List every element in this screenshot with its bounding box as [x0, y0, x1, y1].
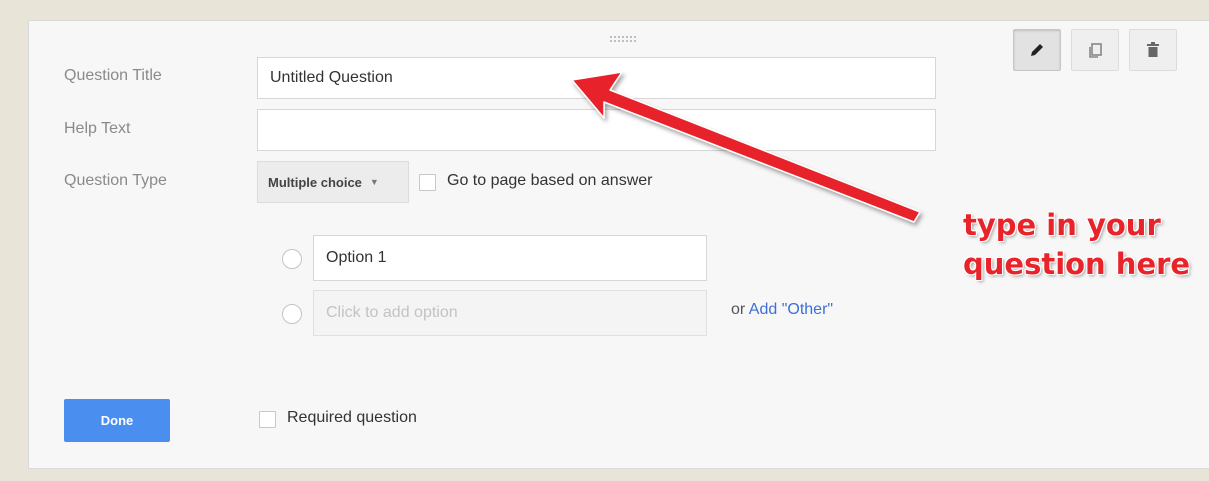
question-toolbar — [1013, 29, 1177, 71]
or-text: or — [731, 301, 746, 318]
annotation-callout: type in your question here — [963, 206, 1190, 284]
go-to-page-checkbox[interactable] — [419, 174, 436, 191]
question-title-label: Question Title — [64, 67, 162, 84]
edit-button[interactable] — [1013, 29, 1061, 71]
question-title-input[interactable]: Untitled Question — [257, 57, 936, 99]
copy-icon — [1089, 43, 1102, 58]
trash-icon — [1147, 42, 1159, 57]
add-option-radio — [282, 304, 302, 324]
required-checkbox[interactable] — [259, 411, 276, 428]
done-button[interactable]: Done — [64, 399, 170, 442]
chevron-down-icon: ▼ — [369, 177, 379, 187]
annotation-line-2: question here — [963, 247, 1191, 281]
help-text-input[interactable] — [257, 109, 936, 151]
add-other-row: or Add "Other" — [731, 301, 833, 319]
add-option-input[interactable]: Click to add option — [313, 290, 707, 336]
annotation-line-1: type in your — [963, 208, 1161, 242]
question-type-value: Multiple choice — [268, 174, 362, 190]
delete-button[interactable] — [1129, 29, 1177, 71]
pencil-icon — [1031, 44, 1043, 56]
question-type-label: Question Type — [64, 172, 167, 189]
drag-handle[interactable] — [609, 35, 637, 43]
add-other-link[interactable]: Add "Other" — [749, 301, 833, 318]
duplicate-button[interactable] — [1071, 29, 1119, 71]
option-1-input[interactable]: Option 1 — [313, 235, 707, 281]
help-text-label: Help Text — [64, 120, 131, 137]
question-type-select[interactable]: Multiple choice ▼ — [257, 161, 409, 203]
go-to-page-label: Go to page based on answer — [447, 172, 653, 189]
option-1-radio[interactable] — [282, 249, 302, 269]
required-label: Required question — [287, 409, 417, 426]
